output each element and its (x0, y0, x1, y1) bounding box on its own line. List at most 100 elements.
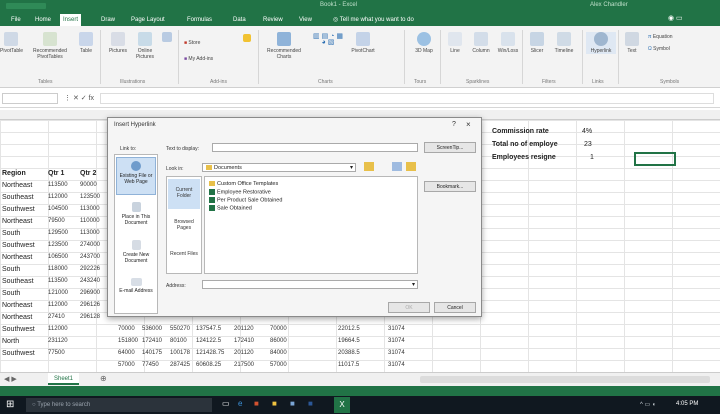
taskbar-search-box[interactable]: ○ Type here to search (26, 398, 212, 412)
commission-rate-label[interactable]: Commission rate (492, 128, 549, 135)
timeline-button[interactable]: Timeline (550, 32, 578, 54)
cell-value[interactable]: 22012.5 (338, 326, 360, 332)
close-button[interactable]: × (466, 120, 471, 129)
cell-value[interactable]: 550270 (170, 326, 190, 332)
cell-qtr1[interactable]: 121000 (48, 290, 68, 296)
cell-value[interactable]: 57000 (118, 362, 135, 368)
cell-value[interactable]: 77450 (142, 362, 159, 368)
cell-region[interactable]: Southwest (2, 206, 35, 213)
hyperlink-button[interactable]: Hyperlink (586, 32, 616, 54)
cell-qtr2[interactable]: 243700 (80, 254, 100, 260)
cell-value[interactable]: 80100 (170, 338, 187, 344)
cell-region[interactable]: Northeast (2, 182, 32, 189)
existing-file-link[interactable]: Existing File or Web Page (116, 157, 156, 195)
windows-start-icon[interactable]: ⊞ (6, 399, 14, 410)
sheet-tab-sheet1[interactable]: Sheet1 (48, 373, 80, 385)
cell-region[interactable]: Southwest (2, 326, 35, 333)
cell-region[interactable]: South (2, 290, 20, 297)
cell-region[interactable]: Northeast (2, 314, 32, 321)
bing-maps-button[interactable] (240, 34, 254, 44)
look-in-dropdown[interactable]: Documents ▾ (202, 163, 356, 172)
cell-qtr2[interactable]: 113000 (80, 206, 100, 212)
cell-value[interactable]: 151800 (118, 338, 138, 344)
cell-qtr2[interactable]: 292226 (80, 266, 100, 272)
word-icon[interactable]: ■ (308, 399, 313, 408)
cell-qtr2[interactable]: 274000 (80, 242, 100, 248)
formula-input[interactable] (100, 93, 714, 104)
sheet-nav-arrows[interactable]: ◀ ▶ (4, 375, 17, 383)
shapes-button[interactable] (160, 32, 174, 44)
pivottable-button[interactable]: PivotTable (0, 32, 23, 54)
file-item[interactable]: Employee Restorative (209, 189, 271, 195)
cell-value[interactable]: 172410 (142, 338, 162, 344)
cancel-button[interactable]: Cancel (434, 302, 476, 313)
browsed-pages-tab[interactable]: Browsed Pages (168, 211, 200, 241)
quick-access-toolbar[interactable] (6, 3, 46, 9)
cell-value[interactable]: 64000 (118, 350, 135, 356)
cell-region[interactable]: South (2, 266, 20, 273)
cell-value[interactable]: 84000 (270, 350, 287, 356)
chart-type-buttons[interactable]: ▥ ▤ ◔ ▦ ◕ ▧ (310, 33, 346, 46)
ok-button[interactable]: OK (388, 302, 430, 313)
bookmark-button[interactable]: Bookmark... (424, 181, 476, 192)
help-button[interactable]: ? (452, 121, 456, 128)
cell-qtr1[interactable]: 112000 (48, 194, 68, 200)
cell-qtr2[interactable]: 243240 (80, 278, 100, 284)
cell-qtr1[interactable]: 79500 (48, 218, 65, 224)
cell-qtr1[interactable]: 77500 (48, 350, 65, 356)
tab-insert[interactable]: Insert (60, 14, 82, 26)
employees-resigned-value[interactable]: 1 (590, 154, 594, 161)
tab-formulas[interactable]: Formulas (184, 14, 215, 26)
cell-region[interactable]: Northeast (2, 254, 32, 261)
cell-qtr1[interactable]: 112000 (48, 302, 68, 308)
cell-value[interactable]: 31074 (388, 350, 405, 356)
sparkline-winloss-button[interactable]: Win/Loss (496, 32, 520, 54)
tab-review[interactable]: Review (260, 14, 286, 26)
cell-region[interactable]: South (2, 230, 20, 237)
file-item[interactable]: Per Product Sale Obtained (209, 197, 282, 203)
header-qtr2[interactable]: Qtr 2 (80, 170, 96, 177)
explorer-icon[interactable]: ■ (272, 399, 277, 408)
cell-value[interactable]: 19664.5 (338, 338, 360, 344)
cell-qtr1[interactable]: 112000 (48, 326, 68, 332)
cell-qtr1[interactable]: 113500 (48, 278, 68, 284)
task-view-icon[interactable]: ▭ (222, 399, 230, 408)
fx-icon[interactable]: ⋮ ✕ ✓ fx (64, 94, 94, 102)
cell-value[interactable]: 60608.25 (196, 362, 221, 368)
powerpoint-icon[interactable]: ■ (254, 399, 259, 408)
sparkline-line-button[interactable]: Line (444, 32, 466, 54)
cell-qtr2[interactable]: 90000 (80, 182, 97, 188)
add-sheet-icon[interactable]: ⊕ (100, 374, 107, 383)
pictures-button[interactable]: Pictures (106, 32, 130, 54)
place-in-document-link[interactable]: Place in This Document (116, 199, 156, 233)
tell-me-box[interactable]: ◎ Tell me what you want to do (330, 14, 417, 26)
text-to-display-input[interactable] (212, 143, 418, 152)
cell-region[interactable]: Southwest (2, 242, 35, 249)
clock[interactable]: 4:05 PM (676, 401, 698, 407)
cell-value[interactable]: 70000 (118, 326, 135, 332)
cell-qtr1[interactable]: 123500 (48, 242, 68, 248)
cell-value[interactable]: 201120 (234, 350, 254, 356)
cell-qtr1[interactable]: 231120 (48, 338, 68, 344)
name-box[interactable] (2, 93, 58, 104)
browse-file-icon[interactable] (406, 162, 416, 171)
cell-value[interactable]: 100178 (170, 350, 190, 356)
tab-draw[interactable]: Draw (98, 14, 118, 26)
employees-resigned-label[interactable]: Employees resigne (492, 154, 556, 161)
slicer-button[interactable]: Slicer (526, 32, 548, 54)
cell-region[interactable]: Northeast (2, 218, 32, 225)
tab-page-layout[interactable]: Page Layout (128, 14, 168, 26)
file-list[interactable]: Custom Office Templates Employee Restora… (204, 176, 418, 274)
cell-region[interactable]: Southeast (2, 194, 34, 201)
store-button[interactable]: ■ Store (184, 40, 224, 46)
my-addins-button[interactable]: ■ My Add-ins (184, 56, 232, 62)
cell-region[interactable]: Northeast (2, 302, 32, 309)
equation-button[interactable]: π Equation (648, 34, 688, 40)
3d-map-button[interactable]: 3D Map (410, 32, 438, 54)
current-folder-tab[interactable]: Current Folder (168, 179, 200, 209)
email-address-link[interactable]: E-mail Address (116, 275, 156, 309)
user-name[interactable]: Alex Chandler (590, 2, 628, 8)
share-icon[interactable]: ◉ ▭ (668, 14, 702, 24)
screentip-button[interactable]: ScreenTip... (424, 142, 476, 153)
cell-region[interactable]: Southeast (2, 278, 34, 285)
